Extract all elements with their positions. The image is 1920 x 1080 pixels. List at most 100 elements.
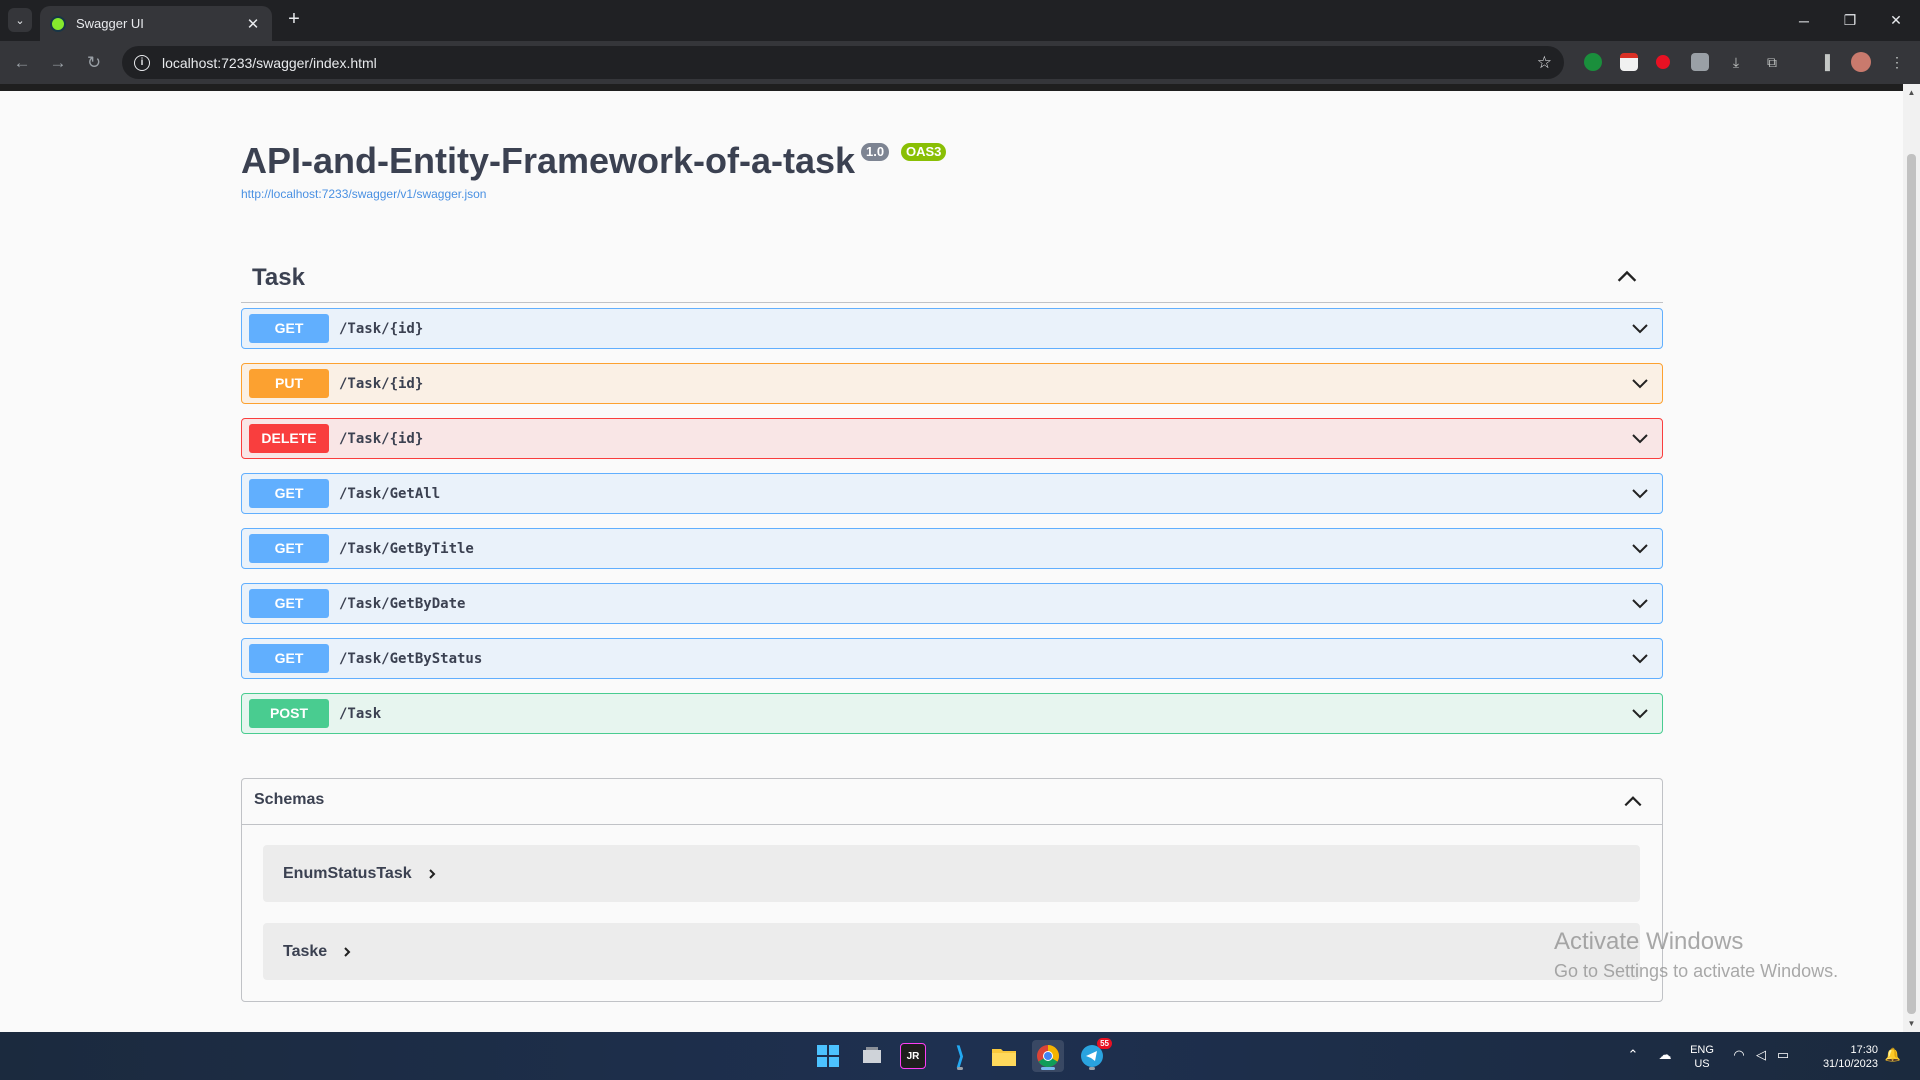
operation-path: /Task/GetAll — [339, 485, 441, 502]
model-enumstatustask[interactable]: EnumStatusTask — [263, 845, 1640, 902]
task-tag-header[interactable]: Task — [241, 256, 1663, 303]
schemas-section: Schemas EnumStatusTask Taske — [241, 778, 1663, 1002]
scroll-down-icon[interactable]: ▼ — [1907, 1019, 1916, 1028]
url-text[interactable]: localhost:7233/swagger/index.html — [162, 55, 1537, 71]
reload-icon[interactable]: ↻ — [80, 49, 108, 77]
version-badge: 1.0 — [861, 143, 890, 161]
clock[interactable]: 17:30 31/10/2023 — [1806, 1043, 1878, 1071]
extension-calendar-icon[interactable] — [1620, 53, 1638, 71]
chevron-down-icon[interactable] — [1630, 374, 1650, 394]
chevron-up-icon[interactable] — [1622, 790, 1644, 812]
extension-green-icon[interactable] — [1584, 53, 1602, 71]
chevron-down-icon[interactable] — [1630, 649, 1650, 669]
method-badge: GET — [249, 589, 329, 618]
method-badge: PUT — [249, 369, 329, 398]
tab-strip: ⌄ Swagger UI ✕ + ─ ❐ ✕ — [0, 0, 1920, 41]
method-badge: GET — [249, 644, 329, 673]
chevron-down-icon[interactable] — [1630, 429, 1650, 449]
chevron-right-icon[interactable] — [341, 946, 353, 958]
scroll-up-icon[interactable]: ▲ — [1907, 88, 1916, 97]
keyboard-layout: US — [1694, 1058, 1710, 1070]
volume-icon[interactable]: ◁ — [1752, 1046, 1770, 1064]
method-badge: GET — [249, 534, 329, 563]
chevron-down-icon[interactable] — [1630, 319, 1650, 339]
language-code: ENG — [1690, 1044, 1714, 1056]
swagger-topbar-edge — [0, 84, 1903, 91]
activation-watermark-subtitle: Go to Settings to activate Windows. — [1554, 961, 1839, 981]
clock-time: 17:30 — [1850, 1044, 1878, 1056]
api-title: API-and-Entity-Framework-of-a-task — [241, 140, 856, 181]
minimize-button[interactable]: ─ — [1781, 0, 1827, 41]
downloads-icon[interactable]: ⤓ — [1726, 52, 1746, 72]
forward-arrow-icon[interactable]: → — [44, 49, 72, 77]
file-explorer-icon[interactable] — [988, 1040, 1020, 1072]
language-indicator[interactable]: ENG US — [1688, 1043, 1716, 1071]
opblock-get-task-id[interactable]: GET /Task/{id} — [241, 308, 1663, 349]
operation-path: /Task/{id} — [339, 430, 424, 447]
page-scrollbar[interactable]: ▲ ▼ — [1903, 84, 1920, 1032]
tab-close-icon[interactable]: ✕ — [244, 15, 262, 33]
task-view-icon[interactable] — [856, 1040, 888, 1072]
chevron-down-icon[interactable] — [1630, 484, 1650, 504]
opblock-get-task-getbytitle[interactable]: GET /Task/GetByTitle — [241, 528, 1663, 569]
scrollbar-thumb[interactable] — [1907, 154, 1916, 1014]
extension-record-icon[interactable] — [1656, 55, 1670, 69]
method-badge: GET — [249, 314, 329, 343]
activation-watermark-title: Activate Windows — [1554, 928, 1744, 955]
opblock-post-task[interactable]: POST /Task — [241, 693, 1663, 734]
notification-bell-icon[interactable]: 🔔 — [1884, 1046, 1902, 1064]
jetbrains-rider-icon[interactable]: JR — [900, 1043, 926, 1069]
swagger-favicon-icon — [50, 15, 66, 32]
spec-json-link[interactable]: http://localhost:7233/swagger/v1/swagger… — [241, 187, 486, 201]
model-name: EnumStatusTask — [283, 864, 412, 882]
tab-search-chevron-icon[interactable]: ⌄ — [8, 8, 32, 32]
opblock-get-task-getbystatus[interactable]: GET /Task/GetByStatus — [241, 638, 1663, 679]
extensions-puzzle-icon[interactable]: ⧉ — [1762, 52, 1782, 72]
onedrive-offline-icon[interactable]: ☁ — [1656, 1046, 1674, 1064]
tab-title: Swagger UI — [76, 16, 144, 31]
opblock-get-task-getbydate[interactable]: GET /Task/GetByDate — [241, 583, 1663, 624]
chevron-up-icon[interactable] — [1615, 264, 1639, 288]
extension-gray-icon[interactable] — [1691, 53, 1709, 71]
chevron-down-icon[interactable] — [1630, 539, 1650, 559]
side-panel-icon[interactable]: ▐ — [1815, 52, 1835, 72]
back-arrow-icon[interactable]: ← — [8, 49, 36, 77]
opblock-put-task-id[interactable]: PUT /Task/{id} — [241, 363, 1663, 404]
new-tab-button[interactable]: + — [282, 8, 306, 32]
tab-swagger-ui[interactable]: Swagger UI ✕ — [40, 6, 272, 41]
opblock-delete-task-id[interactable]: DELETE /Task/{id} — [241, 418, 1663, 459]
operation-path: /Task/GetByDate — [339, 595, 466, 612]
chevron-down-icon[interactable] — [1630, 594, 1650, 614]
opblock-get-task-getall[interactable]: GET /Task/GetAll — [241, 473, 1663, 514]
method-badge: DELETE — [249, 424, 329, 453]
vscode-icon[interactable]: ⟩ — [944, 1040, 976, 1072]
close-window-button[interactable]: ✕ — [1873, 0, 1919, 41]
chevron-down-icon[interactable] — [1630, 704, 1650, 724]
schemas-header[interactable]: Schemas — [242, 779, 1662, 825]
oas3-badge: OAS3 — [901, 143, 947, 161]
windows-taskbar: JR ⟩ 55 ⌃ ☁ ENG US ◠ ◁ ▭ 17:30 31/10/202… — [0, 1032, 1920, 1080]
operation-path: /Task/{id} — [339, 320, 424, 337]
site-info-icon[interactable]: i — [134, 54, 150, 71]
address-bar[interactable]: i localhost:7233/swagger/index.html ☆ — [122, 46, 1564, 79]
model-taske[interactable]: Taske — [263, 923, 1640, 980]
telegram-unread-badge: 55 — [1097, 1038, 1112, 1049]
operation-path: /Task/GetByStatus — [339, 650, 483, 667]
tray-overflow-chevron-icon[interactable]: ⌃ — [1624, 1046, 1642, 1064]
chrome-icon[interactable] — [1032, 1040, 1064, 1072]
method-badge: POST — [249, 699, 329, 728]
restore-button[interactable]: ❐ — [1827, 0, 1873, 41]
bookmark-star-icon[interactable]: ☆ — [1537, 53, 1552, 73]
chevron-right-icon[interactable] — [426, 868, 438, 880]
wifi-icon[interactable]: ◠ — [1730, 1046, 1748, 1064]
battery-icon[interactable]: ▭ — [1774, 1046, 1792, 1064]
operation-path: /Task/{id} — [339, 375, 424, 392]
operation-path: /Task — [339, 705, 382, 722]
browser-menu-icon[interactable]: ⋮ — [1887, 52, 1907, 72]
browser-toolbar: ← → ↻ i localhost:7233/swagger/index.htm… — [0, 41, 1920, 84]
clock-date: 31/10/2023 — [1822, 1058, 1878, 1070]
start-windows-icon[interactable] — [812, 1040, 844, 1072]
schemas-label: Schemas — [254, 791, 325, 808]
telegram-icon[interactable]: 55 — [1076, 1038, 1112, 1072]
profile-avatar[interactable] — [1851, 52, 1871, 72]
